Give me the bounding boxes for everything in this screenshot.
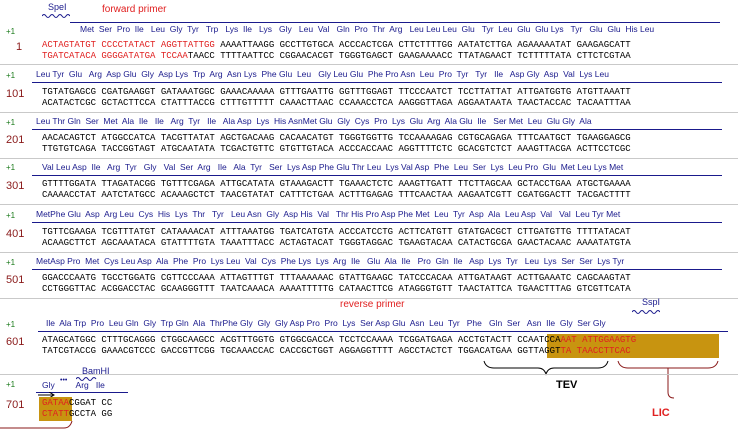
forward-strand-main: ATAGCATGGC CTTTGCAGGG CTGGCAAGCC ACGTTTG…	[42, 335, 561, 345]
amino-acid-sequence: Gly Arg Ile	[42, 380, 105, 390]
amino-acid-sequence: MetPhe Glu Asp Arg Leu Cys His Lys Thr T…	[36, 209, 621, 219]
reading-frame-label: +1	[6, 71, 16, 80]
protein-translation-line	[32, 82, 722, 83]
protein-translation-line	[32, 269, 722, 270]
position-number: 301	[6, 180, 25, 192]
forward-strand: GTTTTGGATA TTAGATACGG TGTTTCGAGA ATTGCAT…	[42, 179, 631, 189]
lic-label: LIC	[652, 407, 670, 419]
protein-translation-line	[32, 175, 722, 176]
amino-acid-sequence: Leu Tyr Glu Arg Asp Glu Gly Asp Lys Trp …	[36, 69, 609, 79]
position-number: 1	[16, 41, 23, 53]
position-number: 101	[6, 88, 25, 100]
forward-strand: ATAGCATGGC CTTTGCAGGG CTGGCAAGCC ACGTTTG…	[42, 335, 636, 346]
forward-strand: TGTATGAGCG CGATGAAGGT GATAAATGGC GAAACAA…	[42, 87, 631, 97]
row-divider	[0, 64, 738, 65]
forward-strand: TGTTCGAAGA TCGTTTATGT CATAAAACAT ATTTAAA…	[42, 227, 631, 237]
reverse-strand: TTGTGTCAGA TACCGGTAGT ATGCAATATA TCGACTG…	[42, 144, 631, 154]
amino-acid-sequence: Met Ser Pro Ile Leu Gly Tyr Trp Lys Ile …	[80, 24, 655, 34]
reverse-strand: ACATACTCGC GCTACTTCCA CTATTTACCG CTTTGTT…	[42, 98, 631, 108]
reading-frame-label: +1	[6, 258, 16, 267]
sspi-label: SspI	[642, 297, 661, 307]
reading-frame-label: +1	[6, 320, 16, 329]
protein-translation-line	[38, 331, 728, 332]
lic-sequence: GATAA	[42, 398, 70, 408]
tev-label: TEV	[556, 379, 578, 391]
forward-primer-sequence: ACTAGTATGT CCCCTATACT AGGTTATTGG	[42, 40, 215, 50]
lic-end-bracket	[0, 420, 73, 429]
forward-primer-label: forward primer	[102, 4, 167, 15]
lic-bracket	[617, 360, 719, 399]
amino-acid-sequence: Ile Ala Trp Pro Leu Gln Gly Trp Gln Ala …	[46, 318, 606, 328]
reverse-strand: CTATTGCCTA GG	[42, 409, 112, 420]
reverse-strand: ACAAGCTTCT AGCAAATACA GTATTTTGTA TAAATTT…	[42, 238, 631, 248]
forward-strand: GGACCCAATG TGCCTGGATG CGTTCCCAAA ATTAGTT…	[42, 273, 631, 283]
sspi-marker	[632, 310, 660, 314]
ellipsis-marker: •••	[60, 377, 68, 384]
lic-sequence: AAT ATTGGAAGTG	[560, 335, 637, 345]
amino-acid-sequence: Val Leu Asp Ile Arg Tyr Gly Val Ser Arg …	[42, 162, 624, 172]
amino-acid-sequence: MetAsp Pro Met Cys Leu Asp Ala Phe Pro L…	[36, 256, 625, 266]
reverse-strand: TGATCATACA GGGGATATGA TCCAATAACC TTTTAAT…	[42, 51, 631, 62]
bamhi-site-complement: GCCTA GG	[69, 409, 113, 419]
bamhi-label: BamHI	[82, 366, 110, 376]
row-divider	[0, 112, 738, 113]
position-number: 401	[6, 228, 25, 240]
reading-frame-label: +1	[6, 380, 16, 389]
position-number: 601	[6, 336, 25, 348]
spei-label: SpeI	[48, 2, 67, 12]
position-number: 501	[6, 274, 25, 286]
forward-strand-rest: AAAATTAAGG GCCTTGTGCA ACCCACTCGA CTTCTTT…	[214, 40, 631, 50]
protein-translation-line	[32, 129, 722, 130]
reverse-primer-label: reverse primer	[340, 299, 405, 310]
reading-frame-label: +1	[6, 27, 16, 36]
position-number: 201	[6, 134, 25, 146]
forward-strand: GATAACGGAT CC	[42, 398, 112, 409]
position-number: 701	[6, 399, 25, 411]
forward-strand: ACTAGTATGT CCCCTATACT AGGTTATTGG AAAATTA…	[42, 40, 631, 51]
row-divider	[0, 374, 738, 375]
forward-primer-complement: TGATCATACA GGGGATATGA TCCAA	[42, 51, 188, 61]
row-divider	[0, 158, 738, 159]
reading-frame-label: +1	[6, 118, 16, 127]
spei-marker	[42, 14, 70, 18]
reverse-strand-main: TATCGTACCG GAAACGTCCC GACCGTTCGG TGCAAAC…	[42, 346, 561, 356]
reverse-strand-rest: TAACC TTTTAATTCC CGGAACACGT TGGGTGAGCT G…	[187, 51, 631, 61]
reverse-strand: CCTGGGTTAC ACGGACCTAC GCAAGGGTTT TAATCAA…	[42, 284, 631, 294]
bamhi-site: CGGAT CC	[69, 398, 113, 408]
row-divider	[0, 252, 738, 253]
protein-translation-line	[70, 22, 720, 23]
row-divider	[0, 204, 738, 205]
reverse-strand: TATCGTACCG GAAACGTCCC GACCGTTCGG TGCAAAC…	[42, 346, 631, 357]
reading-frame-label: +1	[6, 163, 16, 172]
forward-strand: AACACAGTCT ATGGCCATCA TACGTTATAT AGCTGAC…	[42, 133, 631, 143]
lic-complement: CTATT	[42, 409, 70, 419]
amino-acid-sequence: Leu Thr Gln Ser Met Ala Ile Ile Arg Tyr …	[36, 116, 592, 126]
protein-translation-line	[32, 222, 722, 223]
reverse-strand: CAAAACCTAT AATCTATGCC ACAAAGCTCT TAACGTA…	[42, 190, 631, 200]
reading-frame-label: +1	[6, 211, 16, 220]
lic-complement: TA TAACCTTCAC	[560, 346, 631, 356]
